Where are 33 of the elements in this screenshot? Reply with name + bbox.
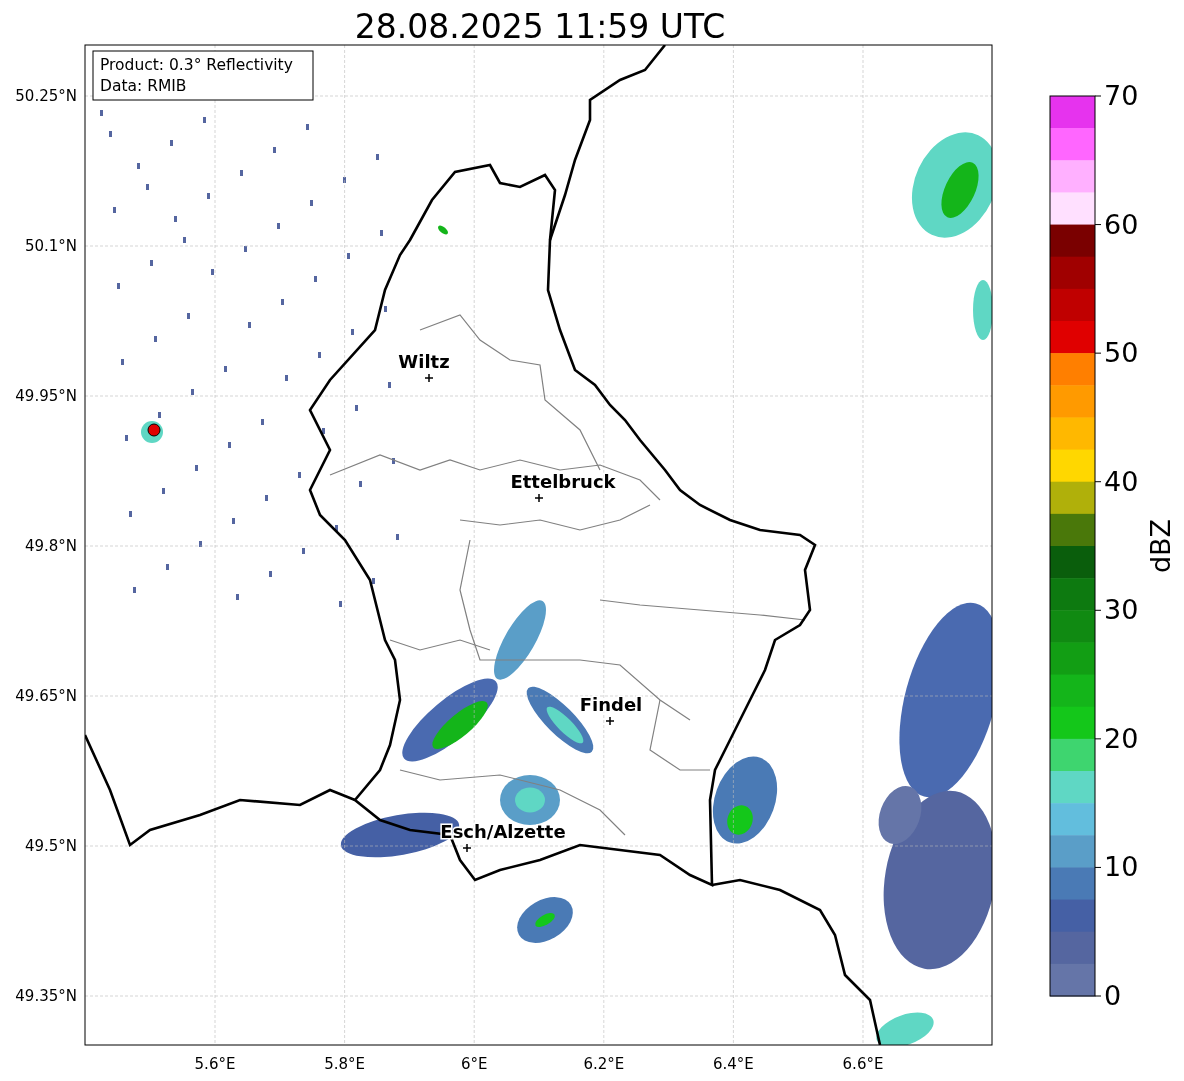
- latitude-label: 49.35°N: [15, 987, 77, 1005]
- colorbar-tick-label: 50: [1104, 337, 1139, 369]
- city-marker-icon: [424, 373, 434, 383]
- longitude-label: 6.4°E: [713, 1055, 754, 1073]
- colorbar-tick-label: 40: [1104, 465, 1139, 497]
- city-label: Ettelbruck: [510, 471, 616, 492]
- colorbar-tick-label: 30: [1104, 594, 1139, 626]
- info-text: Data: RMIB: [100, 77, 187, 95]
- city-marker-icon: [462, 843, 472, 853]
- latitude-label: 50.25°N: [15, 87, 77, 105]
- colorbar-tick-label: 0: [1104, 980, 1122, 1011]
- latitude-label: 49.5°N: [24, 837, 77, 855]
- colorbar-tick-label: 10: [1104, 851, 1139, 883]
- city-label: Findel: [579, 694, 643, 715]
- city-marker-icon: [605, 716, 615, 726]
- latitude-label: 49.95°N: [15, 387, 77, 405]
- city-label: Wiltz: [398, 351, 450, 372]
- latitude-label: 49.8°N: [24, 537, 77, 555]
- longitude-label: 6°E: [460, 1055, 488, 1073]
- colorbar-tick-label: 60: [1104, 208, 1139, 240]
- latitude-label: 50.1°N: [24, 237, 77, 255]
- colorbar-tick-label: 70: [1104, 80, 1139, 111]
- longitude-label: 5.8°E: [324, 1055, 365, 1073]
- colorbar-title: dBZ: [1145, 518, 1176, 574]
- colorbar-tick-label: 20: [1104, 722, 1139, 754]
- longitude-label: 5.6°E: [194, 1055, 236, 1073]
- info-text: Product: 0.3° Reflectivity: [100, 56, 293, 74]
- latitude-label: 49.65°N: [15, 687, 77, 705]
- longitude-label: 6.2°E: [583, 1055, 625, 1073]
- figure-title: 28.08.2025 11:59 UTC: [354, 7, 726, 46]
- radar-site-icon: [147, 423, 161, 437]
- longitude-label: 6.6°E: [842, 1055, 884, 1073]
- city-marker-icon: [534, 493, 544, 503]
